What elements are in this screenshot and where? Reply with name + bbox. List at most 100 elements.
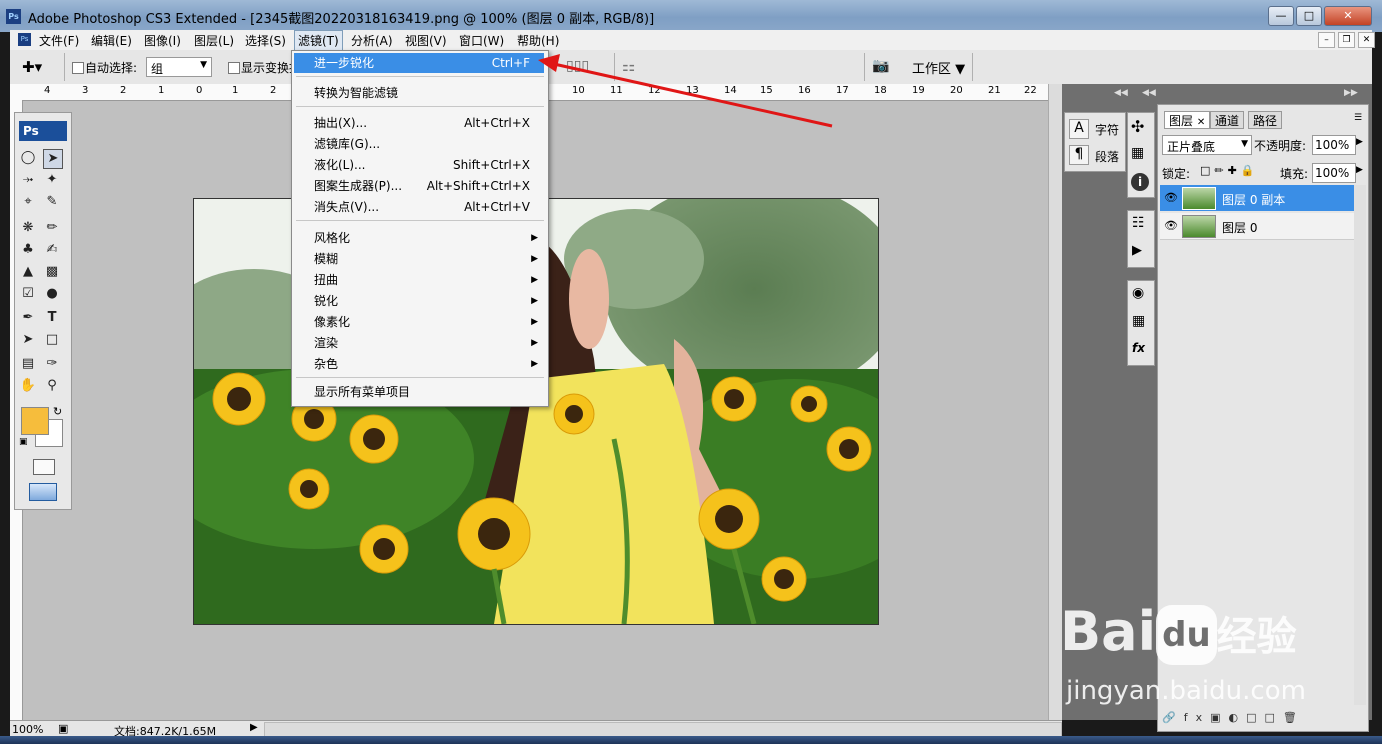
layers-footer-icons[interactable]: 🔗fx▣◐□□🗑 bbox=[1162, 711, 1362, 727]
styles-icon[interactable]: fx bbox=[1132, 341, 1145, 355]
tab-layers[interactable]: 图层 ✕ bbox=[1164, 111, 1211, 129]
layer-row[interactable]: 👁 图层 0 副本 bbox=[1160, 185, 1354, 211]
filter-noise[interactable]: 杂色 ▶ bbox=[294, 354, 544, 374]
blur-tool-icon[interactable]: ☑ bbox=[19, 285, 37, 303]
character-icon[interactable]: A bbox=[1069, 119, 1089, 139]
default-colors-icon[interactable]: ▣ bbox=[19, 437, 28, 447]
filter-pattern-maker[interactable]: 图案生成器(P)... Alt+Shift+Ctrl+X bbox=[294, 176, 544, 196]
magic-wand-icon[interactable]: ✦ bbox=[43, 171, 61, 189]
menu-file[interactable]: 文件(F) bbox=[36, 32, 82, 49]
pen-tool-icon[interactable]: ✒ bbox=[19, 309, 37, 327]
horizontal-scrollbar[interactable] bbox=[264, 722, 1062, 737]
opacity-arrow-icon[interactable]: ▶ bbox=[1356, 137, 1363, 147]
info-icon[interactable]: i bbox=[1131, 173, 1149, 191]
swatches-icon[interactable]: ▦ bbox=[1132, 313, 1145, 329]
marquee-tool-icon[interactable]: ◯ bbox=[19, 149, 37, 167]
minimize-button[interactable]: — bbox=[1268, 6, 1294, 26]
actions-icon[interactable]: ▶ bbox=[1132, 243, 1142, 258]
lasso-tool-icon[interactable]: ⤞ bbox=[19, 171, 37, 189]
menu-filter[interactable]: 滤镜(T) bbox=[294, 30, 343, 51]
menu-analysis[interactable]: 分析(A) bbox=[348, 32, 396, 49]
maximize-button[interactable]: □ bbox=[1296, 6, 1322, 26]
opacity-input[interactable]: 100% bbox=[1312, 135, 1356, 155]
history-icon[interactable]: ☷ bbox=[1132, 215, 1145, 231]
filter-sharpen[interactable]: 锐化 ▶ bbox=[294, 291, 544, 311]
menu-edit[interactable]: 编辑(E) bbox=[88, 32, 135, 49]
zoom-tool-icon[interactable]: ⚲ bbox=[43, 377, 61, 395]
filter-liquify[interactable]: 液化(L)... Shift+Ctrl+X bbox=[294, 155, 544, 175]
doc-close-button[interactable]: ✕ bbox=[1358, 32, 1375, 48]
type-tool-icon[interactable]: T bbox=[43, 309, 61, 327]
filter-extract[interactable]: 抽出(X)... Alt+Ctrl+X bbox=[294, 113, 544, 133]
visibility-eye-icon[interactable]: 👁 bbox=[1164, 219, 1178, 232]
path-selection-icon[interactable]: ➤ bbox=[19, 331, 37, 349]
filter-blur[interactable]: 模糊 ▶ bbox=[294, 249, 544, 269]
slice-tool-icon[interactable]: ✎ bbox=[43, 193, 61, 211]
tab-channels[interactable]: 通道 bbox=[1210, 111, 1245, 129]
move-tool-icon[interactable]: ➤ bbox=[43, 149, 63, 169]
hand-tool-icon[interactable]: ✋ bbox=[19, 377, 37, 395]
menu-window[interactable]: 窗口(W) bbox=[456, 32, 507, 49]
fill-input[interactable]: 100% bbox=[1312, 163, 1356, 183]
shape-tool-icon[interactable]: □ bbox=[43, 331, 61, 349]
layers-scrollbar[interactable] bbox=[1354, 185, 1366, 705]
zoom-level[interactable]: 100% bbox=[12, 723, 43, 736]
brush-tool-icon[interactable]: ✏ bbox=[43, 219, 61, 237]
status-arrow-icon[interactable]: ▶ bbox=[250, 722, 258, 733]
close-button[interactable]: ✕ bbox=[1324, 6, 1372, 26]
fill-arrow-icon[interactable]: ▶ bbox=[1356, 165, 1363, 175]
crop-tool-icon[interactable]: ⌖ bbox=[19, 193, 37, 211]
status-icon[interactable]: ▣ bbox=[58, 722, 68, 735]
filter-sharpen-more[interactable]: 进一步锐化 Ctrl+F bbox=[294, 53, 544, 73]
auto-select-checkbox[interactable] bbox=[72, 62, 84, 74]
filter-gallery[interactable]: 滤镜库(G)... bbox=[294, 134, 544, 154]
layer-name: 图层 0 bbox=[1222, 221, 1258, 235]
dock-collapse-icon[interactable]: ◀◀ ◀◀ ▶▶ bbox=[1062, 88, 1362, 100]
history-brush-icon[interactable]: ✍ bbox=[43, 241, 61, 259]
filter-distort[interactable]: 扭曲 ▶ bbox=[294, 270, 544, 290]
navigator-icon[interactable]: ✣ bbox=[1131, 117, 1144, 136]
menu-help[interactable]: 帮助(H) bbox=[514, 32, 562, 49]
menu-view[interactable]: 视图(V) bbox=[402, 32, 450, 49]
notes-tool-icon[interactable]: ▤ bbox=[19, 355, 37, 373]
histogram-icon[interactable]: ▦ bbox=[1131, 145, 1144, 161]
filter-render[interactable]: 渲染 ▶ bbox=[294, 333, 544, 353]
menu-image[interactable]: 图像(I) bbox=[141, 32, 184, 49]
swap-colors-icon[interactable]: ↻ bbox=[53, 405, 62, 418]
filter-convert-smart[interactable]: 转换为智能滤镜 bbox=[294, 83, 544, 103]
filter-stylize[interactable]: 风格化 ▶ bbox=[294, 228, 544, 248]
menu-select[interactable]: 选择(S) bbox=[242, 32, 289, 49]
dodge-tool-icon[interactable]: ● bbox=[43, 285, 61, 303]
foreground-color-swatch[interactable] bbox=[21, 407, 49, 435]
lock-icons[interactable]: □✏✚🔒 bbox=[1200, 164, 1259, 177]
menu-layer[interactable]: 图层(L) bbox=[191, 32, 237, 49]
eraser-icon[interactable]: ▲ bbox=[19, 263, 37, 281]
blend-mode-dropdown[interactable]: 正片叠底 ▼ bbox=[1162, 135, 1252, 155]
document-icon[interactable]: Ps bbox=[18, 33, 31, 46]
paragraph-label[interactable]: 段落 bbox=[1095, 148, 1119, 165]
doc-minimize-button[interactable]: – bbox=[1318, 32, 1335, 48]
bridge-icon[interactable]: 📷 bbox=[872, 58, 889, 74]
workspace-button[interactable]: 工作区 ▼ bbox=[912, 58, 965, 77]
screen-mode-icon[interactable] bbox=[29, 483, 57, 501]
gradient-tool-icon[interactable]: ▩ bbox=[43, 263, 61, 281]
filter-pixelate[interactable]: 像素化 ▶ bbox=[294, 312, 544, 332]
eyedropper-icon[interactable]: ✑ bbox=[43, 355, 61, 373]
visibility-eye-icon[interactable]: 👁 bbox=[1164, 191, 1178, 204]
layer-row[interactable]: 👁 图层 0 bbox=[1160, 213, 1354, 240]
color-icon[interactable]: ◉ bbox=[1132, 285, 1144, 301]
doc-restore-button[interactable]: ❐ bbox=[1338, 32, 1355, 48]
character-label[interactable]: 字符 bbox=[1095, 121, 1119, 138]
clone-stamp-icon[interactable]: ♣ bbox=[19, 241, 37, 259]
show-transform-checkbox[interactable] bbox=[228, 62, 240, 74]
paragraph-icon[interactable]: ¶ bbox=[1069, 145, 1089, 165]
filter-show-all[interactable]: 显示所有菜单项目 bbox=[294, 382, 544, 402]
tab-paths[interactable]: 路径 bbox=[1248, 111, 1283, 129]
panel-menu-icon[interactable]: ☰ bbox=[1354, 113, 1362, 123]
auto-select-dropdown[interactable]: 组 ▼ bbox=[146, 57, 212, 77]
close-icon[interactable]: ✕ bbox=[1197, 117, 1205, 128]
move-tool-icon[interactable]: ✚▾ bbox=[22, 58, 42, 76]
quick-mask-icon[interactable] bbox=[33, 459, 55, 475]
healing-brush-icon[interactable]: ❋ bbox=[19, 219, 37, 237]
filter-vanishing-point[interactable]: 消失点(V)... Alt+Ctrl+V bbox=[294, 197, 544, 217]
